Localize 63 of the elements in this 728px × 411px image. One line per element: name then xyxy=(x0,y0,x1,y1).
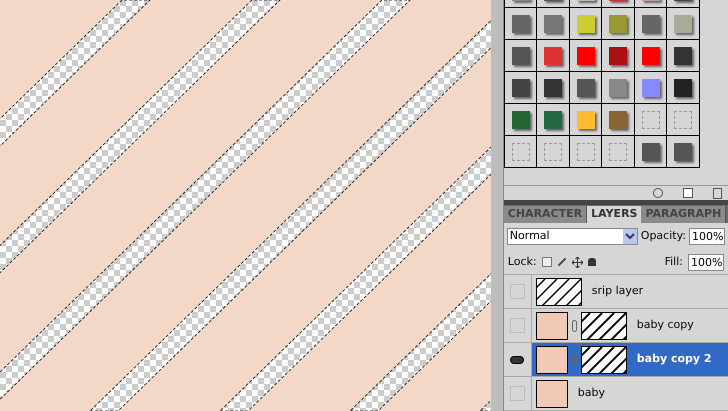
layer-name: baby copy xyxy=(636,317,694,334)
style-swatch-icon[interactable] xyxy=(544,14,562,32)
clear-style-icon[interactable] xyxy=(653,188,663,198)
fill-field[interactable]: 100% xyxy=(688,254,724,270)
style-swatch-icon[interactable] xyxy=(544,110,562,128)
visibility-toggle[interactable] xyxy=(510,284,525,299)
stripes-thumbnail xyxy=(580,346,627,374)
photo-thumbnail xyxy=(536,346,568,374)
padlock-icon[interactable] xyxy=(588,258,596,266)
photo-thumbnail xyxy=(536,312,568,340)
move-icon[interactable] xyxy=(572,256,583,268)
new-style-icon[interactable] xyxy=(683,188,693,198)
style-swatch-icon[interactable] xyxy=(544,46,562,64)
style-swatch-icon[interactable] xyxy=(512,142,530,160)
style-swatch-icon[interactable] xyxy=(642,46,660,64)
style-swatch-icon[interactable] xyxy=(512,46,530,64)
chevron-down-icon xyxy=(622,229,637,244)
layer-name: srip layer xyxy=(592,283,644,300)
link-icon xyxy=(572,320,577,332)
fill-label: Fill: xyxy=(664,254,683,270)
style-swatch-icon[interactable] xyxy=(642,14,660,32)
style-swatch-icon[interactable] xyxy=(609,142,628,160)
eye-icon[interactable] xyxy=(510,356,524,364)
style-swatch-icon[interactable] xyxy=(576,14,595,32)
style-swatch-icon[interactable] xyxy=(512,78,530,96)
style-swatch-icon[interactable] xyxy=(512,110,530,128)
lock-transparency-icon[interactable] xyxy=(542,257,552,267)
style-swatch-icon[interactable] xyxy=(576,142,595,160)
style-swatch-icon[interactable] xyxy=(609,110,628,128)
visibility-toggle[interactable] xyxy=(510,386,525,401)
lock-label: Lock: xyxy=(508,254,537,270)
opacity-label: Opacity: xyxy=(640,228,686,244)
layer-row[interactable]: srip layer xyxy=(504,275,728,309)
style-swatch-icon[interactable] xyxy=(642,142,660,160)
visibility-toggle[interactable] xyxy=(510,318,525,333)
panel-tab[interactable]: LAYERS xyxy=(587,206,642,223)
opacity-field[interactable]: 100% xyxy=(689,228,725,245)
style-swatch-icon[interactable] xyxy=(512,14,530,32)
style-swatch-icon[interactable] xyxy=(576,110,595,128)
style-swatch-icon[interactable] xyxy=(642,78,660,96)
style-swatch-icon[interactable] xyxy=(609,14,628,32)
layer-row[interactable]: baby copy 2 xyxy=(504,343,728,377)
style-swatch-icon[interactable] xyxy=(544,78,562,96)
style-swatch-icon[interactable] xyxy=(674,110,692,128)
stripes-thumbnail xyxy=(580,312,627,340)
style-swatch-icon[interactable] xyxy=(609,46,628,64)
link-icon xyxy=(572,354,577,366)
stripes-thumbnail xyxy=(536,278,582,306)
style-swatch-icon[interactable] xyxy=(674,142,692,160)
blend-mode-dropdown[interactable]: Normal xyxy=(506,228,638,245)
layer-row[interactable]: baby copy xyxy=(504,309,728,343)
style-swatch-icon[interactable] xyxy=(544,142,562,160)
style-swatch-icon[interactable] xyxy=(609,78,628,96)
style-swatch-icon[interactable] xyxy=(576,78,595,96)
layer-name: baby copy 2 xyxy=(636,351,712,368)
photo-thumbnail xyxy=(536,380,568,408)
layer-row[interactable]: baby xyxy=(504,377,728,411)
style-swatch-icon[interactable] xyxy=(674,14,692,32)
style-swatch-icon[interactable] xyxy=(576,46,595,64)
layer-name: baby xyxy=(578,385,605,402)
style-swatch-icon[interactable] xyxy=(642,110,660,128)
style-swatch-icon[interactable] xyxy=(674,78,692,96)
style-swatch-icon[interactable] xyxy=(674,46,692,64)
